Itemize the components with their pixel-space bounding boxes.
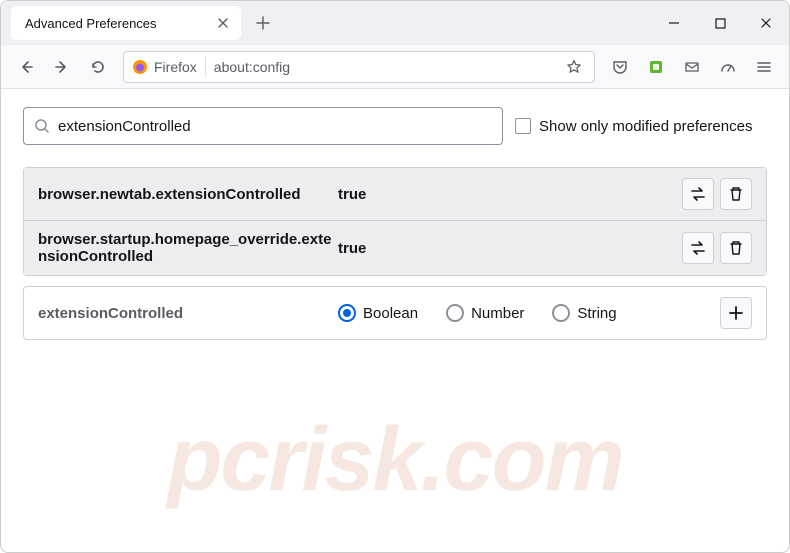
minimize-icon [668, 17, 680, 29]
browser-tab[interactable]: Advanced Preferences [11, 6, 241, 40]
puzzle-icon [648, 59, 664, 75]
maximize-icon [715, 18, 726, 29]
pocket-button[interactable] [603, 50, 637, 84]
type-string-radio[interactable]: String [552, 304, 616, 322]
arrow-left-icon [18, 59, 34, 75]
mail-button[interactable] [675, 50, 709, 84]
radio-icon [552, 304, 570, 322]
app-menu-button[interactable] [747, 50, 781, 84]
type-number-radio[interactable]: Number [446, 304, 524, 322]
tab-close-button[interactable] [215, 15, 231, 31]
preference-name: browser.startup.homepage_override.extens… [38, 231, 338, 265]
toolbar-icons [603, 50, 781, 84]
reload-button[interactable] [81, 50, 115, 84]
toggle-arrows-icon [689, 239, 707, 257]
browser-window: Advanced Preferences [0, 0, 790, 553]
preference-actions [682, 178, 752, 210]
firefox-icon [132, 59, 148, 75]
gauge-icon [720, 59, 736, 75]
modified-only-checkbox[interactable]: Show only modified preferences [515, 118, 752, 135]
preference-value: true [338, 240, 682, 257]
type-boolean-radio[interactable]: Boolean [338, 304, 418, 322]
preference-name: browser.newtab.extensionControlled [38, 186, 338, 203]
minimize-button[interactable] [651, 1, 697, 45]
identity-box[interactable]: Firefox [130, 57, 206, 77]
close-icon [217, 17, 229, 29]
add-button[interactable] [720, 297, 752, 329]
preference-actions [682, 232, 752, 264]
watermark: pcrisk.com [1, 409, 789, 512]
arrow-right-icon [54, 59, 70, 75]
bookmark-star-button[interactable] [560, 59, 588, 75]
pocket-icon [612, 59, 628, 75]
titlebar: Advanced Preferences [1, 1, 789, 45]
close-window-button[interactable] [743, 1, 789, 45]
plus-icon [728, 305, 744, 321]
radio-icon [446, 304, 464, 322]
search-icon [34, 118, 50, 134]
toggle-button[interactable] [682, 232, 714, 264]
close-icon [760, 17, 772, 29]
toggle-arrows-icon [689, 185, 707, 203]
radio-label: Boolean [363, 305, 418, 322]
star-icon [566, 59, 582, 75]
url-bar[interactable]: Firefox about:config [123, 51, 595, 83]
preference-value: true [338, 186, 682, 203]
radio-icon [338, 304, 356, 322]
search-row: Show only modified preferences [23, 107, 767, 145]
checkbox-icon [515, 118, 531, 134]
hamburger-icon [756, 59, 772, 75]
maximize-button[interactable] [697, 1, 743, 45]
navigation-bar: Firefox about:config [1, 45, 789, 89]
delete-button[interactable] [720, 232, 752, 264]
new-preference-row: extensionControlled Boolean Number Strin… [23, 286, 767, 340]
type-options: Boolean Number String [338, 304, 720, 322]
identity-label: Firefox [154, 59, 197, 75]
mail-icon [684, 59, 700, 75]
tab-title: Advanced Preferences [21, 16, 215, 31]
extension-button[interactable] [639, 50, 673, 84]
search-input[interactable] [58, 118, 492, 135]
preference-list: browser.newtab.extensionControlled true … [23, 167, 767, 276]
new-tab-button[interactable] [247, 7, 279, 39]
plus-icon [256, 16, 270, 30]
reload-icon [90, 59, 106, 75]
radio-label: Number [471, 305, 524, 322]
search-box[interactable] [23, 107, 503, 145]
window-controls [651, 1, 789, 45]
toggle-button[interactable] [682, 178, 714, 210]
checkbox-label: Show only modified preferences [539, 118, 752, 135]
url-text: about:config [214, 59, 560, 75]
preference-row: browser.startup.homepage_override.extens… [24, 220, 766, 275]
trash-icon [728, 240, 744, 256]
back-button[interactable] [9, 50, 43, 84]
forward-button[interactable] [45, 50, 79, 84]
radio-label: String [577, 305, 616, 322]
delete-button[interactable] [720, 178, 752, 210]
new-preference-name: extensionControlled [38, 305, 338, 322]
preference-row: browser.newtab.extensionControlled true [24, 168, 766, 220]
trash-icon [728, 186, 744, 202]
speed-button[interactable] [711, 50, 745, 84]
page-content: Show only modified preferences browser.n… [1, 89, 789, 358]
